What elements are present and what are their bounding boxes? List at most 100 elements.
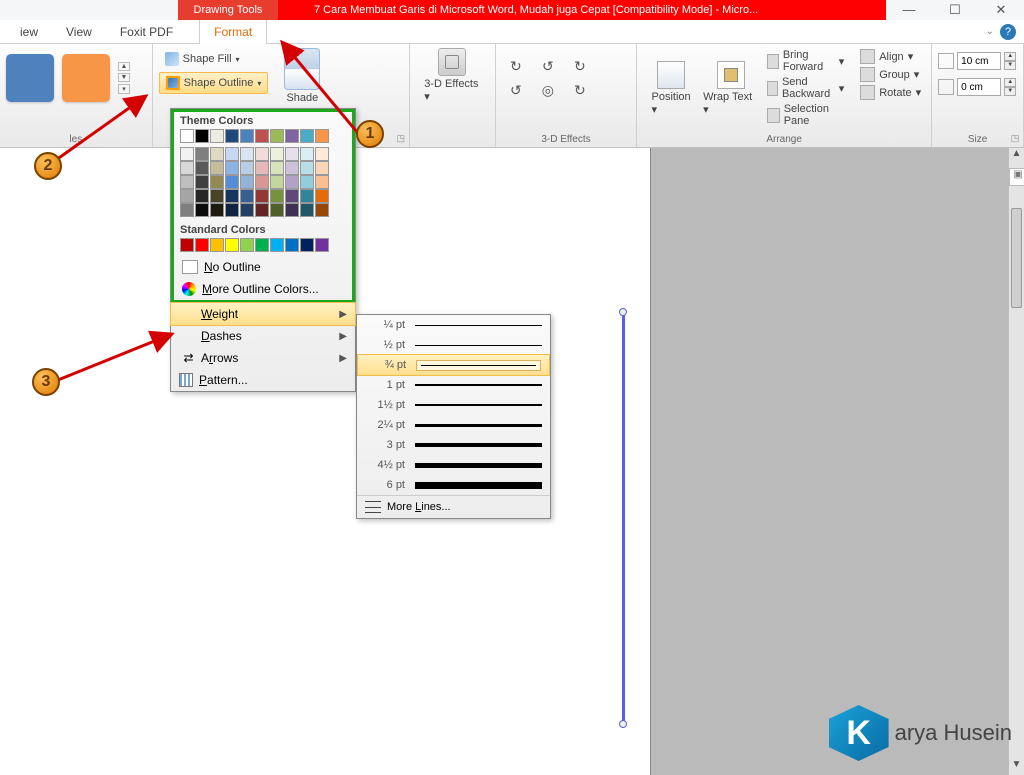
color-swatch[interactable] [285, 129, 299, 143]
color-swatch[interactable] [255, 175, 269, 189]
color-swatch[interactable] [195, 203, 209, 217]
sidebar-toggle-icon[interactable]: ▣ [1009, 168, 1024, 186]
bring-forward-button[interactable]: Bring Forward ▾ [763, 48, 848, 74]
color-swatch[interactable] [315, 129, 329, 143]
color-swatch[interactable] [195, 189, 209, 203]
vertical-scrollbar[interactable]: ▲ ▣ ▼ [1008, 148, 1024, 775]
color-swatch[interactable] [300, 175, 314, 189]
color-swatch[interactable] [255, 129, 269, 143]
tab-format[interactable]: Format [199, 20, 267, 44]
color-swatch[interactable] [210, 129, 224, 143]
color-swatch[interactable] [255, 189, 269, 203]
color-swatch[interactable] [240, 161, 254, 175]
color-swatch[interactable] [240, 129, 254, 143]
color-swatch[interactable] [180, 203, 194, 217]
tilt-left-icon[interactable]: ↺ [534, 56, 562, 76]
group-launcher-icon[interactable]: ◳ [395, 133, 407, 145]
tilt-center-icon[interactable]: ◎ [534, 80, 562, 100]
weight-option[interactable]: 1 pt [357, 375, 550, 395]
color-swatch[interactable] [180, 129, 194, 143]
scroll-up-icon[interactable]: ▲ [1009, 148, 1024, 164]
color-swatch[interactable] [315, 175, 329, 189]
tab-view[interactable]: View [52, 20, 106, 44]
color-swatch[interactable] [270, 161, 284, 175]
color-swatch[interactable] [270, 175, 284, 189]
color-swatch[interactable] [195, 161, 209, 175]
color-swatch[interactable] [300, 129, 314, 143]
color-swatch[interactable] [270, 189, 284, 203]
color-swatch[interactable] [315, 161, 329, 175]
color-swatch[interactable] [255, 147, 269, 161]
arrows-item[interactable]: ⇄ Arrows ▶ [171, 347, 355, 369]
color-swatch[interactable] [285, 189, 299, 203]
close-button[interactable]: ✕ [978, 0, 1024, 20]
color-swatch[interactable] [300, 238, 314, 252]
color-swatch[interactable] [180, 175, 194, 189]
color-swatch[interactable] [285, 161, 299, 175]
tilt-up-icon[interactable]: ↻ [502, 56, 530, 76]
color-swatch[interactable] [210, 175, 224, 189]
more-lines-item[interactable]: More Lines... [357, 495, 550, 518]
3d-effects-button[interactable]: 3-D Effects ▾ [424, 48, 480, 103]
color-swatch[interactable] [195, 147, 209, 161]
color-swatch[interactable] [240, 203, 254, 217]
selection-pane-button[interactable]: Selection Pane [763, 102, 848, 128]
color-swatch[interactable] [180, 238, 194, 252]
color-swatch[interactable] [180, 161, 194, 175]
line-handle-bottom[interactable] [619, 720, 627, 728]
color-swatch[interactable] [285, 203, 299, 217]
color-swatch[interactable] [285, 175, 299, 189]
color-swatch[interactable] [225, 129, 239, 143]
color-swatch[interactable] [240, 238, 254, 252]
weight-option[interactable]: 1½ pt [357, 395, 550, 415]
weight-option[interactable]: 6 pt [357, 475, 550, 495]
rotate-button[interactable]: Rotate ▾ [856, 84, 925, 101]
color-swatch[interactable] [225, 147, 239, 161]
minimize-button[interactable]: — [886, 0, 932, 20]
color-swatch[interactable] [225, 203, 239, 217]
shape-outline-button[interactable]: Shape Outline ▾ [159, 72, 269, 94]
tab-foxit-pdf[interactable]: Foxit PDF [106, 20, 187, 44]
tilt-extra-icon[interactable]: ↻ [566, 80, 594, 100]
color-swatch[interactable] [315, 147, 329, 161]
weight-item[interactable]: Weight ▶ [170, 302, 356, 326]
inserted-line-shape[interactable] [622, 314, 625, 722]
shape-style-orange[interactable] [62, 54, 110, 102]
tilt-down-icon[interactable]: ↺ [502, 80, 530, 100]
color-swatch[interactable] [240, 189, 254, 203]
color-swatch[interactable] [270, 129, 284, 143]
pattern-item[interactable]: Pattern... [171, 369, 355, 391]
color-swatch[interactable] [210, 189, 224, 203]
color-swatch[interactable] [210, 161, 224, 175]
color-swatch[interactable] [180, 189, 194, 203]
group-button[interactable]: Group ▾ [856, 66, 925, 83]
color-swatch[interactable] [210, 147, 224, 161]
color-swatch[interactable] [225, 161, 239, 175]
weight-option[interactable]: 4½ pt [357, 455, 550, 475]
height-spinner[interactable]: ▲▼ [1004, 52, 1016, 70]
color-swatch[interactable] [225, 189, 239, 203]
help-icon[interactable]: ? [1000, 24, 1016, 40]
color-swatch[interactable] [270, 238, 284, 252]
color-swatch[interactable] [255, 203, 269, 217]
color-swatch[interactable] [285, 238, 299, 252]
color-swatch[interactable] [270, 203, 284, 217]
ribbon-minimize-icon[interactable]: ⌄ [986, 26, 994, 37]
color-swatch[interactable] [240, 175, 254, 189]
color-swatch[interactable] [195, 129, 209, 143]
color-swatch[interactable] [315, 189, 329, 203]
color-swatch[interactable] [315, 203, 329, 217]
color-swatch[interactable] [225, 238, 239, 252]
send-backward-button[interactable]: Send Backward ▾ [763, 75, 848, 101]
color-swatch[interactable] [300, 161, 314, 175]
size-launcher-icon[interactable]: ◳ [1009, 133, 1021, 145]
no-outline-item[interactable]: No Outline [174, 256, 352, 278]
scroll-down-icon[interactable]: ▼ [1009, 759, 1024, 775]
wrap-text-button[interactable]: Wrap Text ▾ [703, 48, 759, 128]
tab-review-partial[interactable]: iew [6, 20, 52, 44]
color-swatch[interactable] [300, 203, 314, 217]
color-swatch[interactable] [255, 161, 269, 175]
color-swatch[interactable] [315, 238, 329, 252]
color-swatch[interactable] [300, 147, 314, 161]
color-swatch[interactable] [240, 147, 254, 161]
